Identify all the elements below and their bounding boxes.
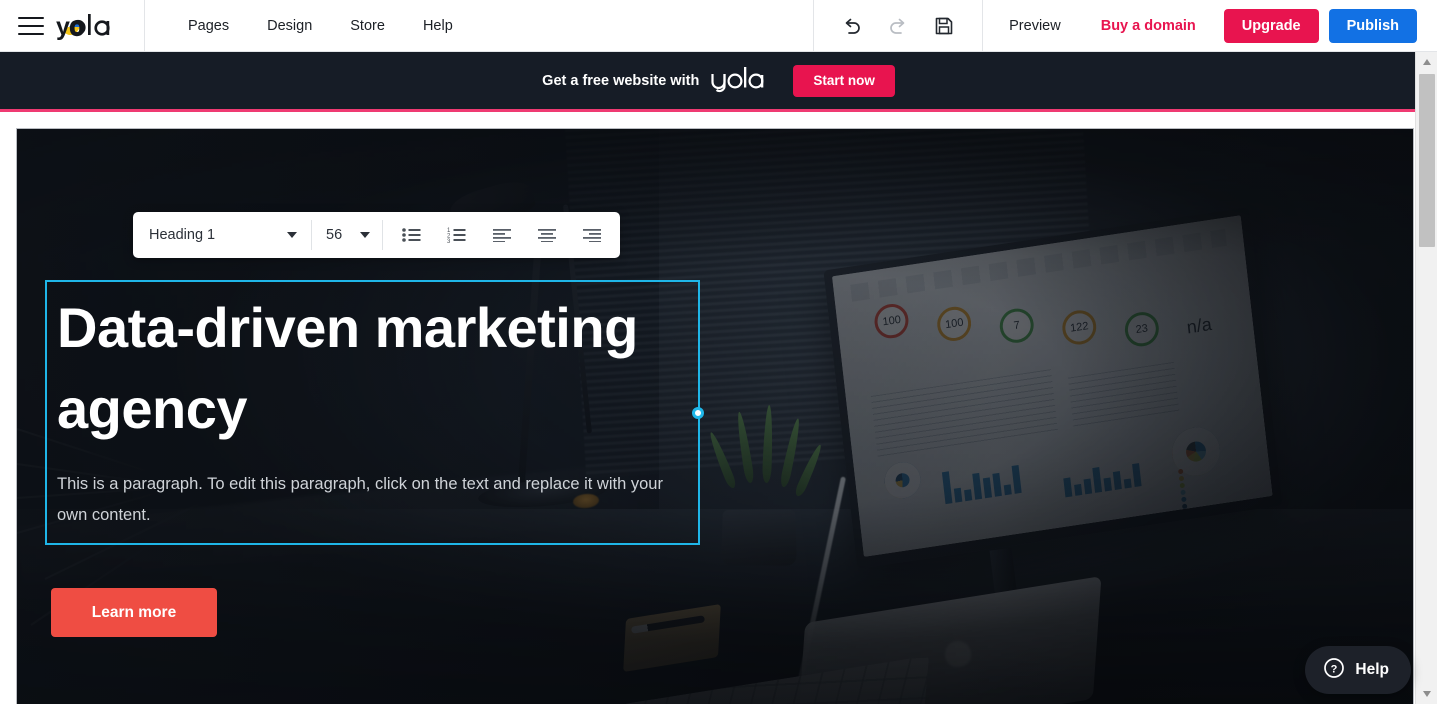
font-size-dropdown[interactable]: 56 (312, 212, 382, 258)
nav-item-help[interactable]: Help (404, 0, 472, 52)
app-top-bar: y o Pages Design Store Help Preview Buy … (0, 0, 1437, 52)
scroll-down-arrow-icon[interactable] (1416, 684, 1437, 704)
scroll-up-arrow-icon[interactable] (1416, 52, 1437, 72)
promo-banner: Get a free website with Start now (0, 52, 1437, 112)
appbar-right-group: Preview Buy a domain Upgrade Publish (813, 0, 1437, 52)
nav-item-pages[interactable]: Pages (169, 0, 248, 52)
question-circle-icon: ? (1323, 657, 1345, 684)
paragraph-style-value: Heading 1 (149, 227, 216, 243)
yola-logo[interactable]: y o (56, 11, 122, 41)
hero-heading[interactable]: Data-driven marketing agency (57, 287, 697, 449)
start-now-button[interactable]: Start now (793, 64, 895, 97)
svg-text:3: 3 (447, 239, 451, 243)
page-scrollbar[interactable] (1415, 52, 1437, 704)
chevron-down-icon (360, 232, 370, 238)
help-widget-label: Help (1355, 661, 1389, 678)
save-icon[interactable] (932, 14, 956, 38)
align-right-icon[interactable] (569, 212, 614, 258)
align-left-icon[interactable] (479, 212, 524, 258)
yola-logo-mark: y o (56, 11, 110, 41)
nav-item-store[interactable]: Store (331, 0, 404, 52)
chevron-down-icon (287, 232, 297, 238)
publish-button[interactable]: Publish (1328, 8, 1417, 43)
history-button-group (813, 0, 984, 52)
paragraph-style-dropdown[interactable]: Heading 1 (133, 212, 311, 258)
preview-button[interactable]: Preview (983, 0, 1087, 52)
main-navigation: Pages Design Store Help (145, 0, 472, 52)
svg-text:y: y (56, 13, 70, 41)
svg-text:?: ? (1331, 663, 1338, 675)
hamburger-bar (18, 32, 44, 35)
help-widget[interactable]: ? Help (1305, 646, 1411, 694)
hamburger-bar (18, 24, 44, 27)
align-center-icon[interactable] (524, 212, 569, 258)
buy-a-domain-link[interactable]: Buy a domain (1087, 0, 1210, 52)
toolbar-icon-group: 1 2 3 (383, 212, 620, 258)
promo-yola-logo (711, 66, 767, 96)
font-size-value: 56 (326, 227, 343, 243)
scrollbar-thumb[interactable] (1419, 74, 1435, 247)
redo-icon[interactable] (886, 14, 910, 38)
numbered-list-icon[interactable]: 1 2 3 (434, 212, 479, 258)
hamburger-bar (18, 16, 44, 19)
learn-more-button[interactable]: Learn more (51, 588, 217, 637)
upgrade-button[interactable]: Upgrade (1223, 8, 1319, 43)
hamburger-menu-icon[interactable] (18, 16, 44, 35)
undo-icon[interactable] (840, 14, 864, 38)
text-format-toolbar: Heading 1 56 1 2 3 (133, 212, 620, 258)
bullet-list-icon[interactable] (389, 212, 434, 258)
nav-item-design[interactable]: Design (248, 0, 331, 52)
hero-paragraph[interactable]: This is a paragraph. To edit this paragr… (57, 469, 689, 530)
promo-yola-logo-mark (711, 66, 764, 92)
promo-banner-text: Get a free website with (542, 72, 700, 89)
